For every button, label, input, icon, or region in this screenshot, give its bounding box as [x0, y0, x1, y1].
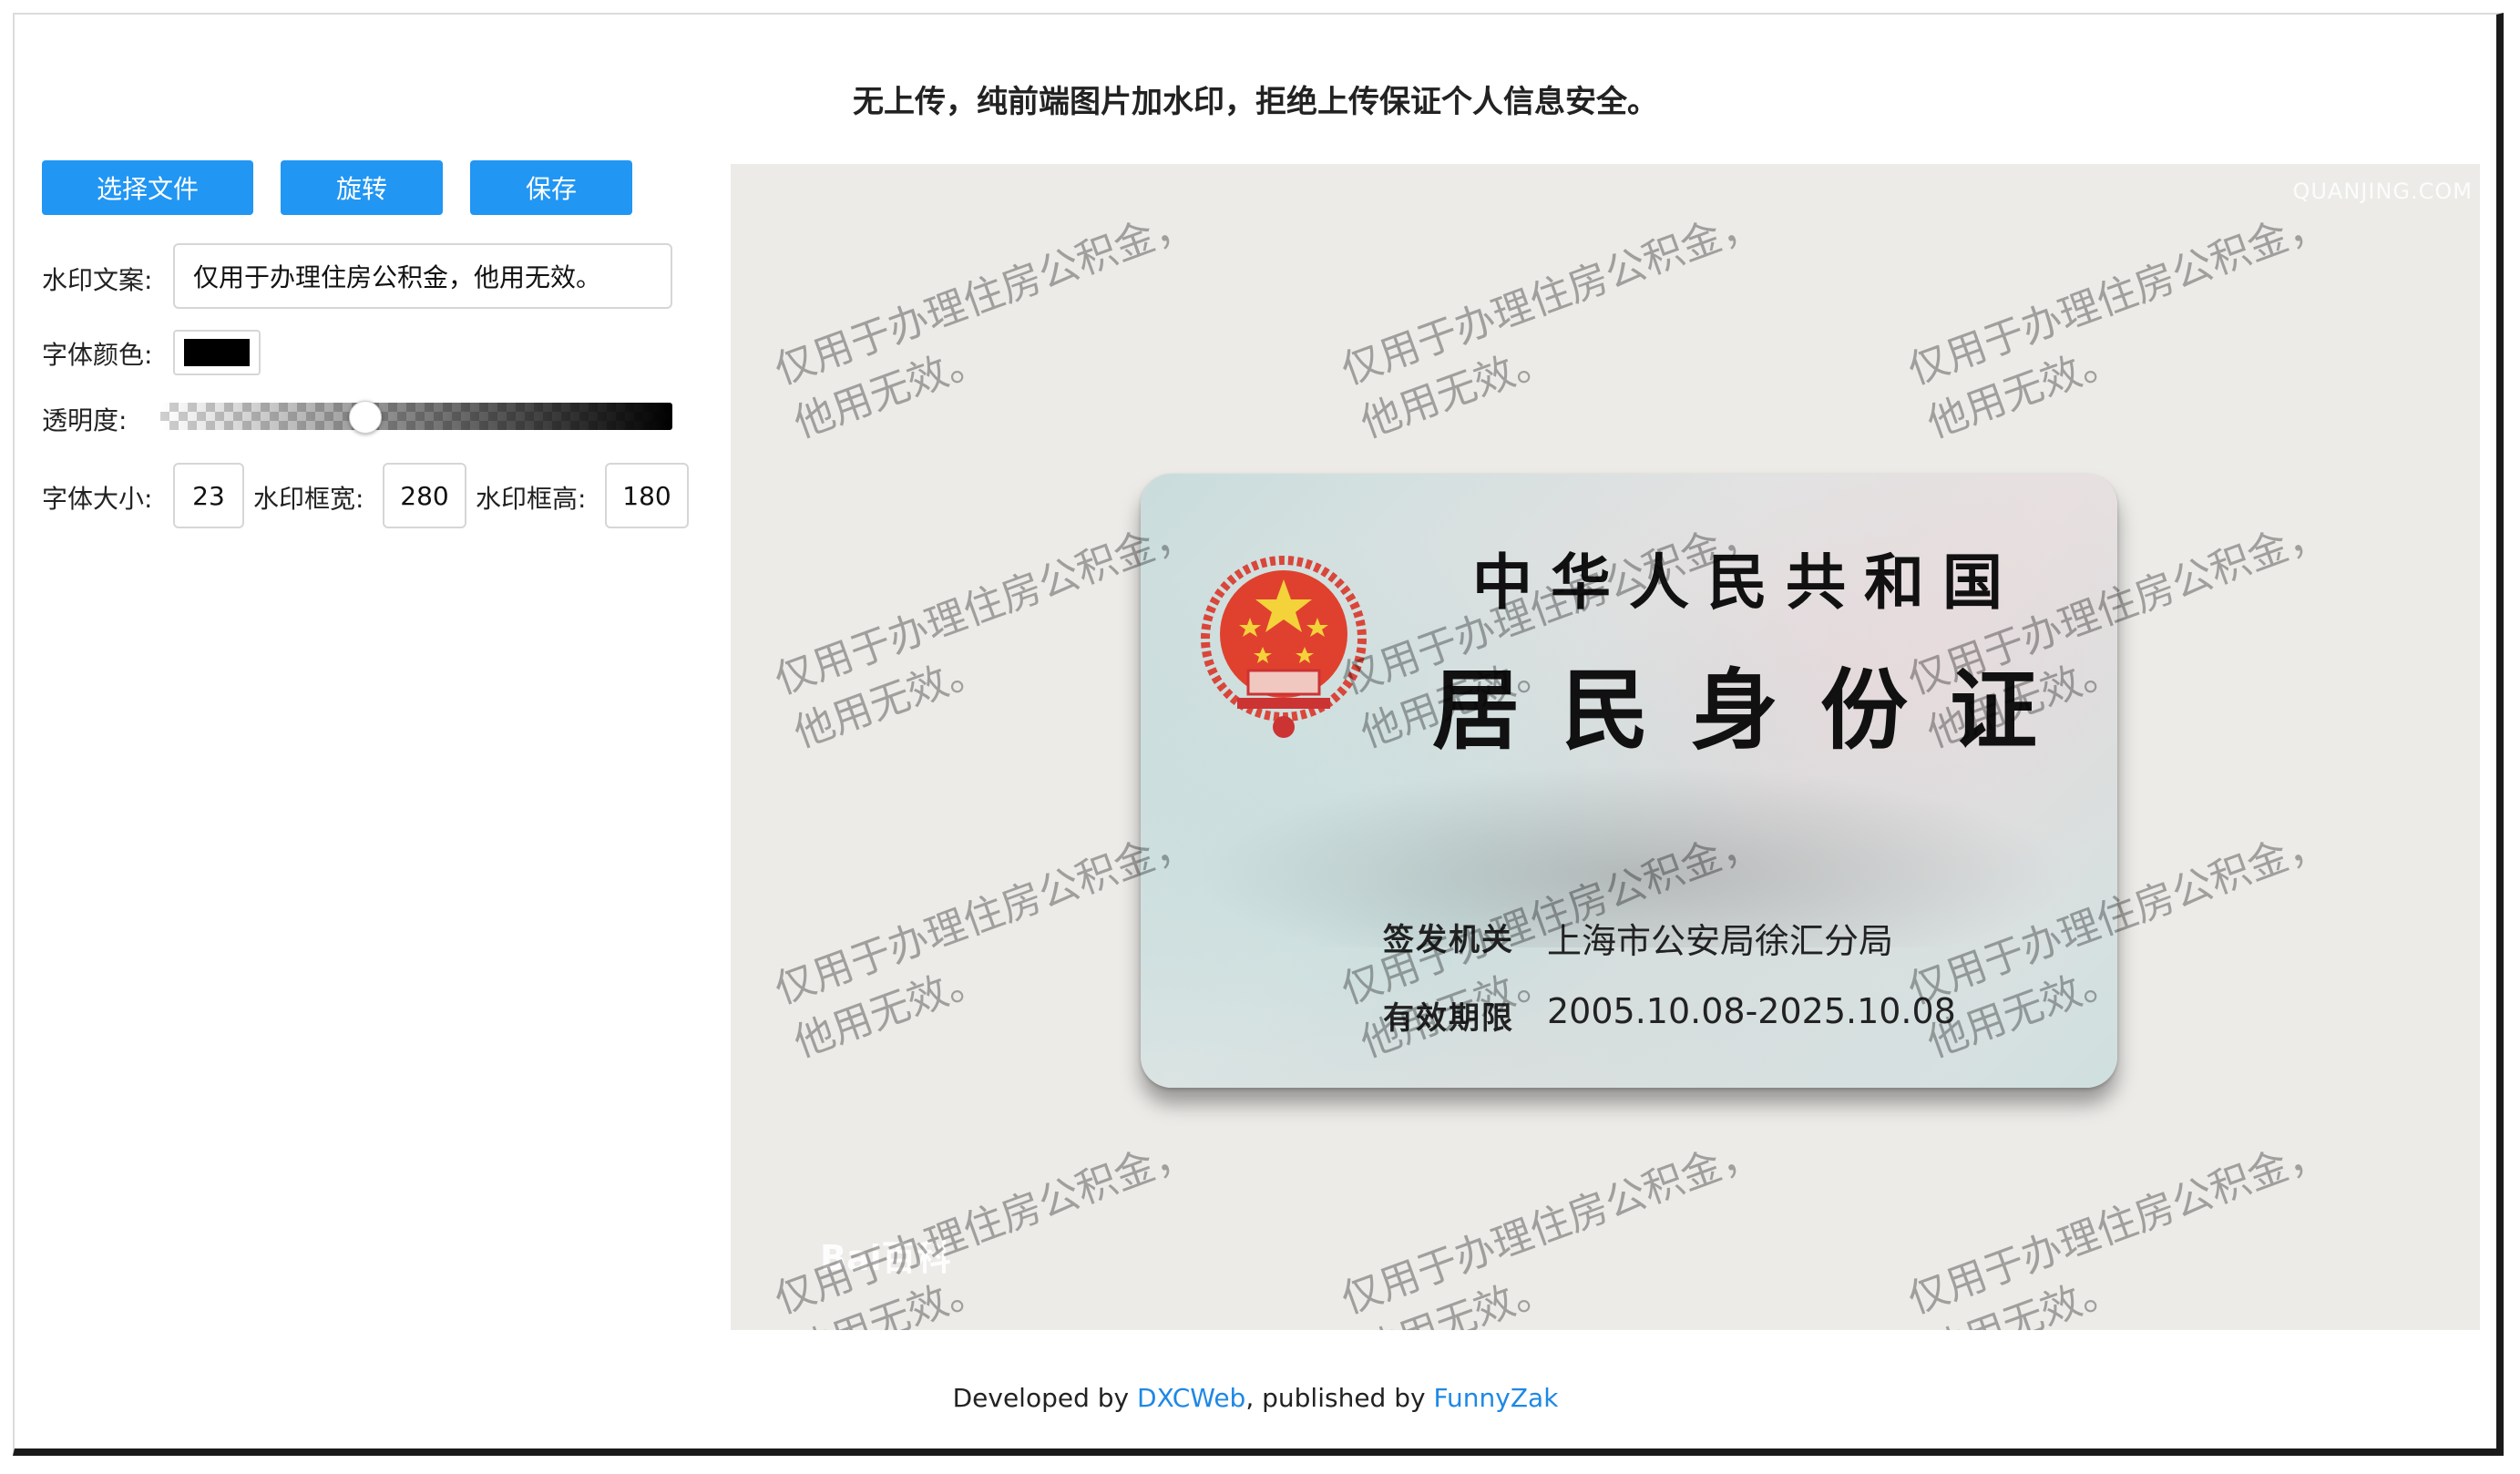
watermark-text-input[interactable]: [173, 243, 672, 309]
watermark-text-tile: 仅用于办理住房公积金，他用无效。: [768, 1129, 1199, 1330]
choose-file-button[interactable]: 选择文件: [42, 160, 253, 215]
developer-link[interactable]: DXCWeb: [1137, 1383, 1245, 1413]
site-watermark: QUANJING.COM: [2292, 179, 2473, 204]
rotate-button[interactable]: 旋转: [281, 160, 443, 215]
watermark-text-tile: 仅用于办理住房公积金，他用无效。: [1335, 200, 1766, 447]
watermark-text-tile: 仅用于办理住房公积金，他用无效。: [768, 200, 1199, 447]
card-issuer-label: 签发机关: [1383, 922, 1514, 958]
watermark-text-tile: 仅用于办理住房公积金，他用无效。: [1901, 1129, 2332, 1330]
font-size-label: 字体大小:: [42, 484, 153, 514]
card-validity-value: 2005.10.08-2025.10.08: [1547, 991, 1956, 1031]
id-card-image: 中华人民共和国 居民身份证 签发机关 上海市公安局徐汇分局 有效期限 2005.…: [1141, 474, 2117, 1088]
footer: Developed by DXCWeb, published by FunnyZ…: [15, 1383, 2496, 1413]
box-width-label: 水印框宽:: [253, 484, 364, 514]
watermark-text-label: 水印文案:: [42, 265, 153, 295]
footer-developed-by: Developed by: [952, 1383, 1138, 1413]
page-title: 无上传，纯前端图片加水印，拒绝上传保证个人信息安全。: [853, 84, 1658, 120]
national-emblem-icon: [1201, 556, 1367, 738]
card-title: 居民身份证: [1432, 659, 2079, 762]
font-color-swatch: [184, 339, 250, 366]
opacity-slider-thumb[interactable]: [348, 401, 382, 434]
baidu-watermark: Bai百科: [820, 1238, 951, 1278]
font-size-input[interactable]: [173, 463, 244, 528]
font-color-label: 字体颜色:: [42, 340, 153, 370]
watermark-text-tile: 仅用于办理住房公积金，他用无效。: [1901, 200, 2332, 447]
box-height-label: 水印框高:: [476, 484, 587, 514]
footer-published-by: , published by: [1245, 1383, 1434, 1413]
save-button[interactable]: 保存: [470, 160, 632, 215]
watermark-text-tile: 仅用于办理住房公积金，他用无效。: [1335, 1129, 1766, 1330]
opacity-slider[interactable]: [160, 403, 672, 430]
image-preview: QUANJING.COM 中华人民共和国 居民身份证 签发机关 上海市公安局徐汇…: [731, 164, 2480, 1330]
box-height-input[interactable]: [605, 463, 689, 528]
publisher-link[interactable]: FunnyZak: [1433, 1383, 1558, 1413]
card-issuer-value: 上海市公安局徐汇分局: [1547, 921, 1894, 961]
box-width-input[interactable]: [383, 463, 466, 528]
card-validity-label: 有效期限: [1383, 1000, 1514, 1037]
font-color-picker[interactable]: [173, 330, 261, 375]
card-country: 中华人民共和国: [1472, 547, 2021, 618]
opacity-label: 透明度:: [42, 405, 128, 435]
app-window: 无上传，纯前端图片加水印，拒绝上传保证个人信息安全。 选择文件 旋转 保存 水印…: [13, 13, 2504, 1456]
